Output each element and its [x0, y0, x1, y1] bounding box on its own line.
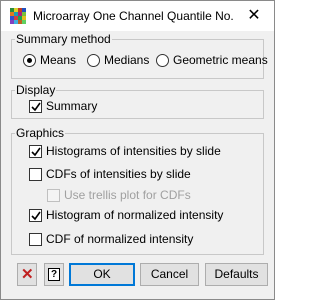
- graphics-label: Graphics: [15, 126, 66, 140]
- radio-geometric-means-indicator[interactable]: [156, 53, 169, 67]
- checkbox-trellis-box: [47, 188, 60, 202]
- ok-button[interactable]: OK: [69, 263, 135, 286]
- radio-means-label: Means: [40, 53, 77, 67]
- radio-means-indicator[interactable]: [23, 53, 36, 67]
- radio-medians[interactable]: Medians: [87, 53, 149, 67]
- help-button[interactable]: ?: [44, 263, 64, 286]
- checkbox-trellis-label: Use trellis plot for CDFs: [64, 188, 191, 202]
- checkbox-histograms-label: Histograms of intensities by slide: [46, 144, 221, 158]
- checkbox-histogram-normalized[interactable]: Histogram of normalized intensity: [29, 208, 223, 222]
- close-icon[interactable]: ✕: [239, 3, 269, 29]
- radio-means[interactable]: Means: [23, 53, 76, 67]
- checkbox-cdfs-label: CDFs of intensities by slide: [46, 167, 191, 181]
- defaults-button[interactable]: Defaults: [205, 263, 268, 286]
- checkbox-cdfs-box[interactable]: [29, 167, 42, 181]
- window-title: Microarray One Channel Quantile No...: [33, 9, 233, 23]
- checkbox-histogram-normalized-label: Histogram of normalized intensity: [46, 208, 224, 222]
- title-bar[interactable]: Microarray One Channel Quantile No... ✕: [1, 1, 274, 31]
- summary-method-label: Summary method: [15, 32, 112, 46]
- checkbox-summary[interactable]: Summary: [29, 99, 97, 113]
- checkbox-histograms[interactable]: Histograms of intensities by slide: [29, 144, 221, 158]
- radio-medians-label: Medians: [104, 53, 150, 67]
- app-icon-tile: [22, 20, 26, 24]
- checkbox-trellis: Use trellis plot for CDFs: [47, 188, 191, 202]
- help-icon: ?: [48, 268, 60, 281]
- checkbox-cdf-normalized-box[interactable]: [29, 232, 42, 246]
- app-icon: [10, 8, 26, 24]
- radio-geometric-means[interactable]: Geometric means: [156, 53, 268, 67]
- checkbox-cdf-normalized[interactable]: CDF of normalized intensity: [29, 232, 193, 246]
- checkbox-cdfs[interactable]: CDFs of intensities by slide: [29, 167, 191, 181]
- dialog-window: Microarray One Channel Quantile No... ✕ …: [0, 0, 275, 300]
- clear-button[interactable]: ✕: [17, 263, 37, 286]
- cancel-button[interactable]: Cancel: [140, 263, 199, 286]
- clear-icon: ✕: [21, 266, 34, 283]
- checkbox-summary-box[interactable]: [29, 99, 42, 113]
- radio-geometric-means-label: Geometric means: [173, 53, 268, 67]
- checkbox-cdf-normalized-label: CDF of normalized intensity: [46, 232, 194, 246]
- checkbox-histogram-normalized-box[interactable]: [29, 208, 42, 222]
- display-label: Display: [15, 83, 57, 97]
- checkbox-summary-label: Summary: [46, 99, 98, 113]
- radio-medians-indicator[interactable]: [87, 53, 100, 67]
- checkbox-histograms-box[interactable]: [29, 144, 42, 158]
